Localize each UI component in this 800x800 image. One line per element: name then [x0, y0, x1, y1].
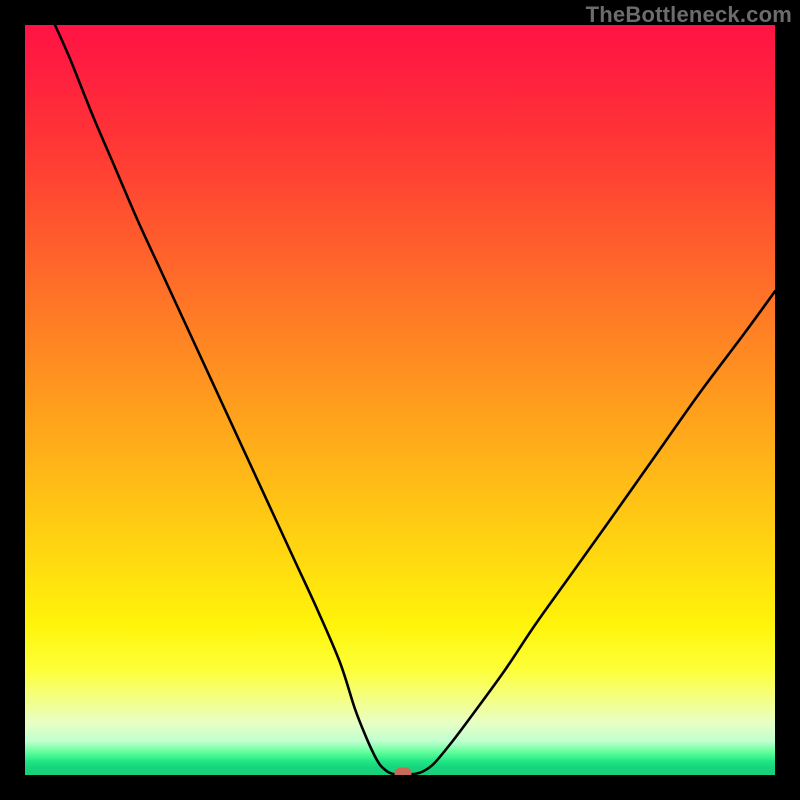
watermark: TheBottleneck.com — [586, 2, 792, 28]
data-marker — [395, 768, 412, 775]
